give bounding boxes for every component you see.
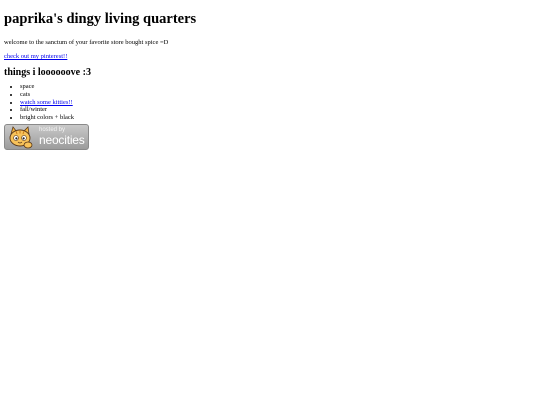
list-item: cats — [20, 91, 536, 99]
list-item-label: space — [20, 83, 35, 90]
page-title: paprika's dingy living quarters — [4, 11, 197, 27]
page-body: paprika's dingy living quarters welcome … — [0, 0, 540, 150]
pinterest-paragraph: check out my pinterest!! — [4, 52, 536, 61]
list-item: fall/winter — [20, 106, 536, 114]
neocities-cat-icon — [9, 126, 33, 149]
pinterest-link[interactable]: check out my pinterest!! — [4, 53, 67, 60]
list-item-label: bright colors + black — [20, 114, 75, 122]
list-item: watch some kitties!! — [20, 99, 536, 107]
welcome-text: welcome to the sanctum of your favorite … — [4, 39, 169, 46]
neocities-badge[interactable]: hosted by neocities — [4, 123, 89, 150]
things-i-love-heading: things i loooooove :3 — [4, 67, 91, 78]
neocities-brand-label: neocities — [39, 132, 85, 147]
watch-kitties-link[interactable]: watch some kitties!! — [20, 99, 73, 106]
list-item-label: cats — [20, 90, 31, 98]
list-item-label: fall/winter — [20, 106, 48, 114]
list-item: space — [20, 83, 536, 91]
list-item: bright colors + black — [20, 114, 536, 122]
likes-list: space cats watch some kitties!! fall/win… — [4, 83, 536, 122]
